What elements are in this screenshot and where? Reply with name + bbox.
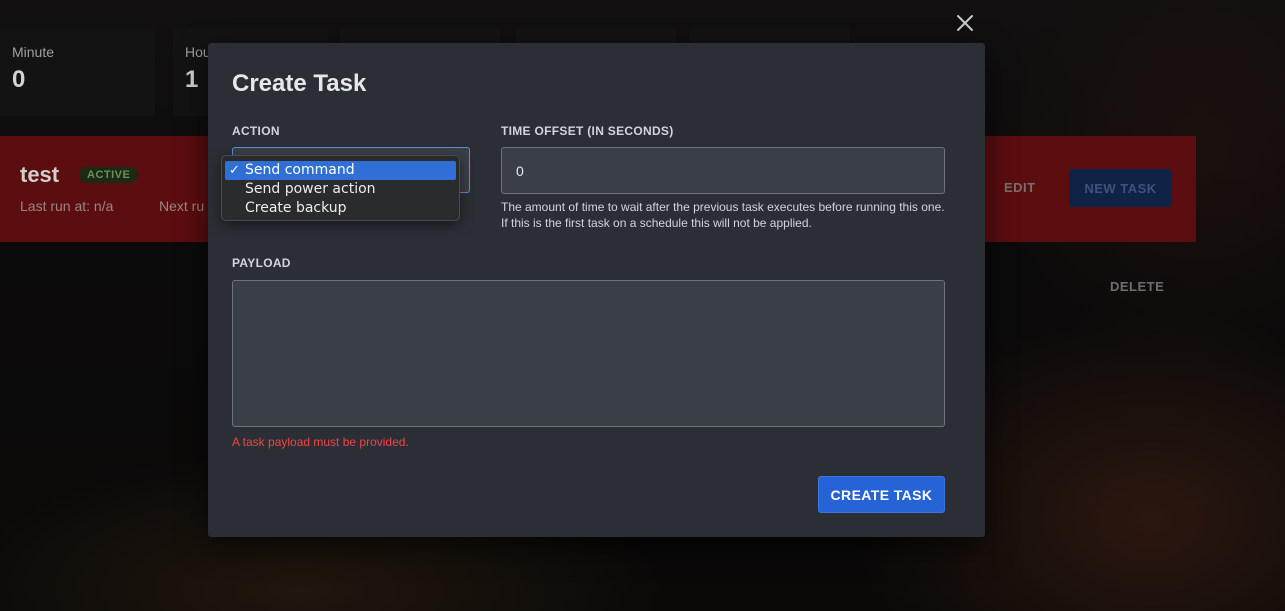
option-label: Send power action <box>245 181 376 197</box>
next-run-text: Next ru <box>159 198 205 214</box>
checkmark-icon: ✓ <box>229 163 240 178</box>
dropdown-option-send-command[interactable]: ✓ Send command <box>225 161 456 180</box>
schedule-title: test <box>20 162 60 187</box>
edit-button[interactable]: EDIT <box>1004 180 1036 195</box>
stat-value: 0 <box>12 66 26 93</box>
new-task-button[interactable]: NEW TASK <box>1069 169 1172 207</box>
time-offset-help: The amount of time to wait after the pre… <box>501 200 945 230</box>
last-run-text: Last run at: n/a <box>20 198 114 214</box>
status-badge: ACTIVE <box>79 167 139 183</box>
payload-label: PAYLOAD <box>232 256 291 270</box>
dropdown-option-create-backup[interactable]: Create backup <box>225 199 456 218</box>
action-label: ACTION <box>232 124 280 138</box>
action-dropdown-list: ✓ Send command Send power action Create … <box>221 155 460 221</box>
time-offset-input[interactable] <box>501 147 945 194</box>
stat-label: Minute <box>12 44 55 60</box>
modal-title: Create Task <box>232 70 367 97</box>
option-label: Create backup <box>245 200 347 216</box>
payload-textarea[interactable] <box>232 280 945 427</box>
dropdown-option-send-power-action[interactable]: Send power action <box>225 180 456 199</box>
create-task-modal: Create Task ACTION TIME OFFSET (IN SECON… <box>208 43 985 537</box>
payload-error: A task payload must be provided. <box>232 435 409 449</box>
create-task-button[interactable]: CREATE TASK <box>818 476 945 513</box>
close-icon[interactable] <box>955 13 975 33</box>
stat-card-minute: Minute 0 <box>0 28 155 116</box>
time-offset-label: TIME OFFSET (IN SECONDS) <box>501 124 674 138</box>
delete-button[interactable]: DELETE <box>1110 279 1164 294</box>
option-label: Send command <box>245 162 355 178</box>
